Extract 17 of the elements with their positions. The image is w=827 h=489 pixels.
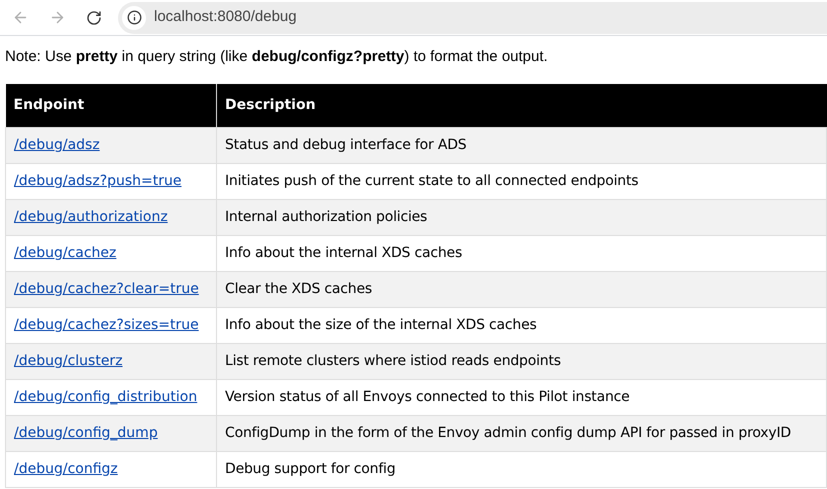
endpoint-link[interactable]: /debug/adsz [14,137,100,153]
endpoint-link[interactable]: /debug/authorizationz [14,209,168,225]
endpoint-link[interactable]: /debug/adsz?push=true [14,173,182,189]
endpoint-link[interactable]: /debug/clusterz [14,353,123,369]
endpoint-link[interactable]: /debug/cachez?sizes=true [14,317,199,333]
endpoint-link[interactable]: /debug/cachez [14,245,116,261]
table-cell: Status and debug interface for ADS [216,128,826,164]
note-text: Note: Use pretty in query string (like debug/configz?pretty) to format the output. [4,47,549,67]
endpoint-link[interactable]: /debug/config_dump [14,425,158,441]
address-bar[interactable]: localhost:8080/debug [118,2,827,34]
url-text: localhost:8080/debug [154,7,297,28]
endpoint-link[interactable]: /debug/cachez?clear=true [14,281,199,297]
endpoint-link[interactable]: /debug/config_distribution [14,389,198,405]
table-cell: Debug support for config [216,452,826,488]
endpoint-link[interactable]: /debug/configz [14,461,118,477]
reload-icon[interactable] [86,10,102,26]
site-info-icon[interactable] [122,6,146,30]
